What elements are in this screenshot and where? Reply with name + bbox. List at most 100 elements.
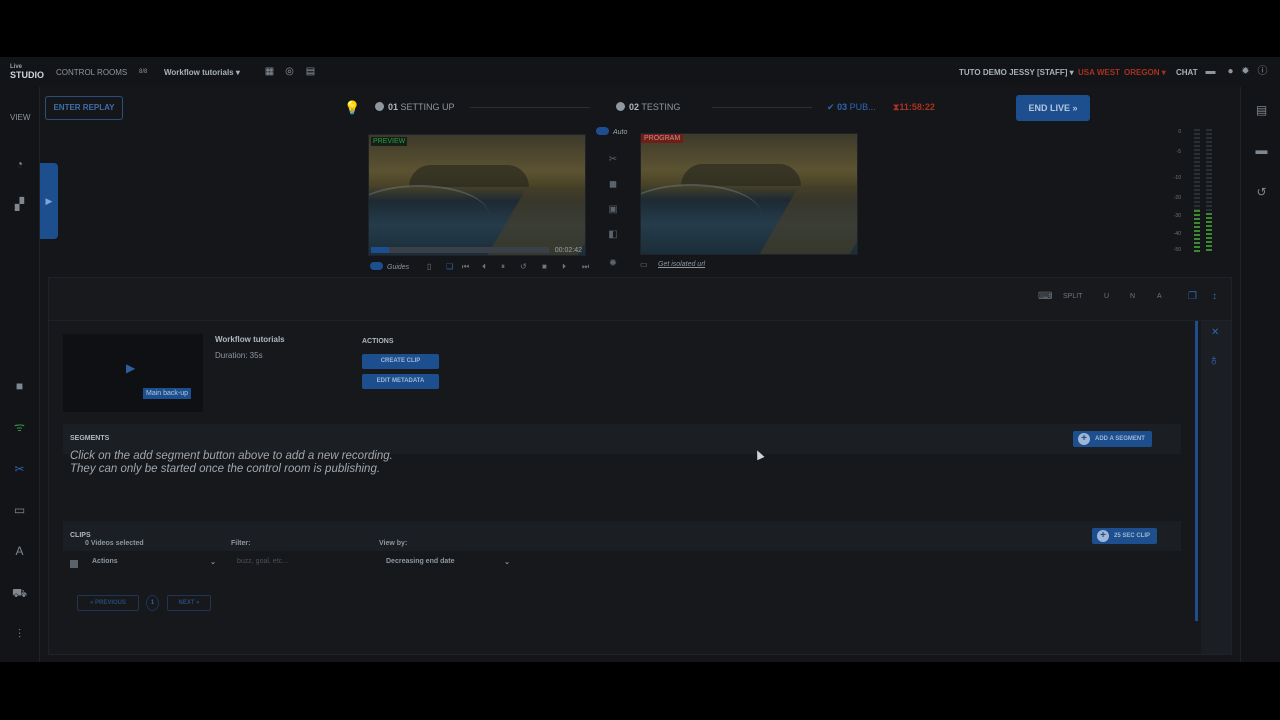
add-segment-button[interactable]: + ADD A SEGMENT: [1073, 431, 1152, 447]
list-icon[interactable]: ▤: [1254, 103, 1269, 118]
screen-icon: ▭: [640, 260, 648, 269]
info-icon[interactable]: ⓘ: [1257, 66, 1268, 77]
room-selector[interactable]: Workflow tutorials ▾: [164, 68, 240, 77]
create-clip-button[interactable]: CREATE CLIP: [362, 354, 439, 369]
actions-select-value: Actions: [92, 558, 118, 565]
split-button[interactable]: SPLIT: [1063, 293, 1082, 300]
stop-icon[interactable]: ■: [542, 262, 547, 271]
lifebuoy-icon[interactable]: ◎: [284, 66, 295, 77]
camera-icon[interactable]: ■: [12, 379, 27, 394]
program-video-frame: [641, 134, 857, 254]
text-icon[interactable]: A: [12, 544, 27, 559]
replay-icon[interactable]: ↺: [520, 262, 527, 271]
logo[interactable]: Live STUDIO: [10, 63, 45, 80]
play-icon[interactable]: ▶: [126, 361, 135, 375]
level-fill: [1206, 213, 1212, 253]
pause-icon[interactable]: ⏸: [501, 262, 505, 272]
user-menu[interactable]: TUTO DEMO JESSY [STAFF] ▾: [959, 68, 1074, 77]
chevron-down-icon: ⌄: [504, 559, 510, 566]
toggle-switch: [596, 127, 609, 135]
lightbulb-icon[interactable]: 💡: [344, 100, 360, 116]
end-live-button[interactable]: END LIVE »: [1016, 95, 1090, 121]
check-circle-icon: ✔: [827, 102, 835, 112]
program-tag: PROGRAM: [641, 134, 684, 143]
copy-icon[interactable]: ❐: [1188, 291, 1197, 302]
drawer-toggle[interactable]: ▶: [40, 163, 58, 239]
meter-label: -30: [1173, 213, 1181, 219]
logo-main: STUDIO: [10, 70, 45, 80]
step-testing[interactable]: 02 TESTING: [616, 102, 680, 112]
view-by-select[interactable]: Decreasing end date ⌄: [386, 558, 510, 566]
layers-icon[interactable]: ❏: [446, 262, 453, 271]
chat-button[interactable]: CHAT: [1176, 68, 1198, 77]
skip-end-icon[interactable]: ⏭: [582, 262, 589, 272]
meter-label: -5: [1176, 149, 1181, 155]
view-label: VIEW: [10, 113, 31, 122]
sec-clip-button[interactable]: +25 SEC CLIP: [1092, 528, 1158, 544]
resize-vertical-icon[interactable]: ↕: [1212, 291, 1217, 302]
sliders-icon[interactable]: ⫶: [12, 627, 27, 642]
skip-start-icon[interactable]: ⏮: [462, 262, 469, 272]
widgets-icon[interactable]: ▞: [12, 197, 27, 212]
previous-page-button[interactable]: « PREVIOUS: [77, 595, 139, 611]
cut-transition-icon[interactable]: ✂: [607, 154, 619, 166]
double-chevron-icon: »: [1072, 103, 1078, 113]
slide-transition-icon[interactable]: ◧: [607, 229, 619, 241]
chevron-down-icon: ⌄: [210, 559, 216, 566]
auto-toggle[interactable]: Auto: [596, 127, 627, 136]
segments-title: SEGMENTS: [70, 435, 110, 442]
undo-icon[interactable]: ↺: [1254, 185, 1269, 200]
fade-transition-icon[interactable]: ◼: [607, 179, 619, 191]
edit-metadata-button[interactable]: EDIT METADATA: [362, 374, 439, 389]
preview-video-frame: [369, 135, 585, 255]
delivery-truck-icon[interactable]: ⛟: [12, 586, 27, 601]
layout-icon[interactable]: ▤: [305, 66, 316, 77]
meter-label: -10: [1173, 175, 1181, 181]
scissors-icon[interactable]: ✂: [12, 462, 27, 477]
meter-label: -20: [1173, 195, 1181, 201]
enter-replay-button[interactable]: ENTER REPLAY: [45, 96, 123, 120]
chat-bubble-icon[interactable]: ▬: [1205, 66, 1216, 77]
location-name: OREGON: [1124, 68, 1160, 77]
get-isolated-url-link[interactable]: Get isolated url: [658, 261, 705, 268]
control-rooms-link[interactable]: CONTROL ROOMS: [56, 68, 127, 77]
u-button[interactable]: U: [1104, 293, 1109, 300]
settings-gear-icon[interactable]: ✹: [607, 258, 619, 270]
region-label: USA WEST: [1078, 68, 1120, 77]
step-publishing[interactable]: ✔ 03 PUB...: [827, 102, 876, 113]
antenna-icon[interactable]: ᯤ: [12, 420, 27, 435]
select-all-checkbox[interactable]: [70, 560, 78, 568]
actions-select[interactable]: Actions ⌄: [92, 558, 216, 566]
vertical-scrollbar[interactable]: [1195, 321, 1198, 621]
wipe-transition-icon[interactable]: ▣: [607, 204, 619, 216]
preview-player[interactable]: PREVIEW 00:02:42: [368, 134, 586, 256]
program-player: PROGRAM: [640, 133, 858, 255]
preview-progress-bar[interactable]: [371, 247, 549, 253]
dashboard-gauge-icon[interactable]: ◔: [12, 157, 27, 172]
mark-in-icon[interactable]: ▯: [427, 262, 431, 271]
step-setting-up[interactable]: 01 SETTING UP: [375, 102, 455, 112]
graphics-icon[interactable]: ▭: [12, 503, 27, 518]
actions-heading: ACTIONS: [362, 338, 394, 345]
keyboard-icon[interactable]: ⌨: [1038, 291, 1052, 302]
gear-icon[interactable]: ✹: [1240, 66, 1251, 77]
clip-thumbnail[interactable]: ▶ Main back-up: [63, 334, 203, 412]
close-icon[interactable]: ✕: [1211, 327, 1219, 338]
n-button[interactable]: N: [1130, 293, 1135, 300]
view-by-value: Decreasing end date: [386, 558, 455, 565]
step-back-icon[interactable]: ⏴: [482, 262, 486, 272]
timer-value: 11:58:22: [899, 102, 935, 112]
lightbulb-icon[interactable]: ♁: [1208, 352, 1220, 370]
app-window: Live STUDIO CONTROL ROOMS 8/8 Workflow t…: [0, 57, 1280, 662]
monitor-icon[interactable]: ▬: [1254, 143, 1269, 158]
filter-input[interactable]: buzz, goal, etc...: [237, 558, 288, 565]
a-button[interactable]: A: [1157, 293, 1162, 300]
clip-editor-panel: ⌨ SPLIT U N A ❐ ↕ ▶ Main back-up Workflo…: [48, 277, 1232, 655]
next-page-button[interactable]: NEXT »: [167, 595, 211, 611]
step-forward-icon[interactable]: ⏵: [562, 262, 566, 272]
calendar-icon[interactable]: ▦: [264, 66, 275, 77]
guides-toggle[interactable]: Guides: [370, 262, 409, 271]
users-icon[interactable]: ●: [1225, 66, 1236, 77]
location-selector[interactable]: OREGON ▾: [1124, 68, 1166, 77]
page-number[interactable]: 1: [146, 595, 159, 611]
